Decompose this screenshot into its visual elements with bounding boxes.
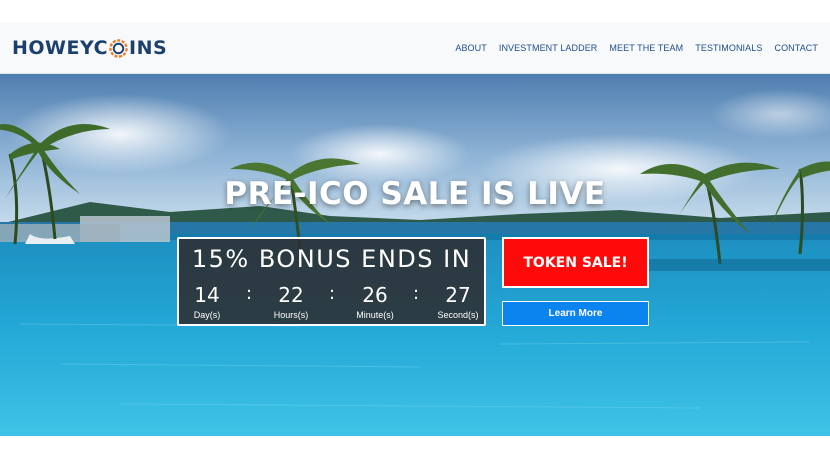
coin-icon <box>109 38 128 58</box>
nav-meet-the-team[interactable]: MEET THE TEAM <box>609 43 683 53</box>
learn-more-button[interactable]: Learn More <box>502 301 649 326</box>
countdown-seconds-label: Second(s) <box>437 310 479 320</box>
countdown-separator: : <box>328 283 336 304</box>
countdown-days-value: 14 <box>194 283 220 307</box>
logo-text-right: INS <box>129 37 168 59</box>
brand-logo[interactable]: HOWEYC INS <box>12 36 167 60</box>
countdown-separator: : <box>412 283 420 304</box>
countdown-seconds-value: 27 <box>445 283 471 307</box>
nav-about[interactable]: ABOUT <box>455 43 487 53</box>
countdown-minutes-label: Minute(s) <box>356 310 394 320</box>
hero-section: PRE-ICO SALE IS LIVE 15% BONUS ENDS IN 1… <box>0 74 830 436</box>
countdown-hours-value: 22 <box>278 283 304 307</box>
nav-testimonials[interactable]: TESTIMONIALS <box>695 43 762 53</box>
countdown-days-label: Day(s) <box>193 310 221 320</box>
main-nav: ABOUT INVESTMENT LADDER MEET THE TEAM TE… <box>455 22 818 74</box>
countdown-title: 15% BONUS ENDS IN <box>191 245 472 273</box>
nav-investment-ladder[interactable]: INVESTMENT LADDER <box>499 43 598 53</box>
token-sale-button[interactable]: TOKEN SALE! <box>502 237 649 288</box>
countdown-hours-label: Hours(s) <box>273 310 309 320</box>
hero-headline: PRE-ICO SALE IS LIVE <box>224 176 606 212</box>
nav-contact[interactable]: CONTACT <box>774 43 818 53</box>
countdown-minutes-value: 26 <box>362 283 388 307</box>
countdown-box: 15% BONUS ENDS IN 14 : 22 : 26 : 27 Day(… <box>177 237 486 326</box>
logo-text-left: HOWEYC <box>12 37 109 59</box>
navbar: HOWEYC INS ABOUT INVESTMENT LADDER MEET … <box>0 22 830 74</box>
countdown-separator: : <box>245 283 253 304</box>
